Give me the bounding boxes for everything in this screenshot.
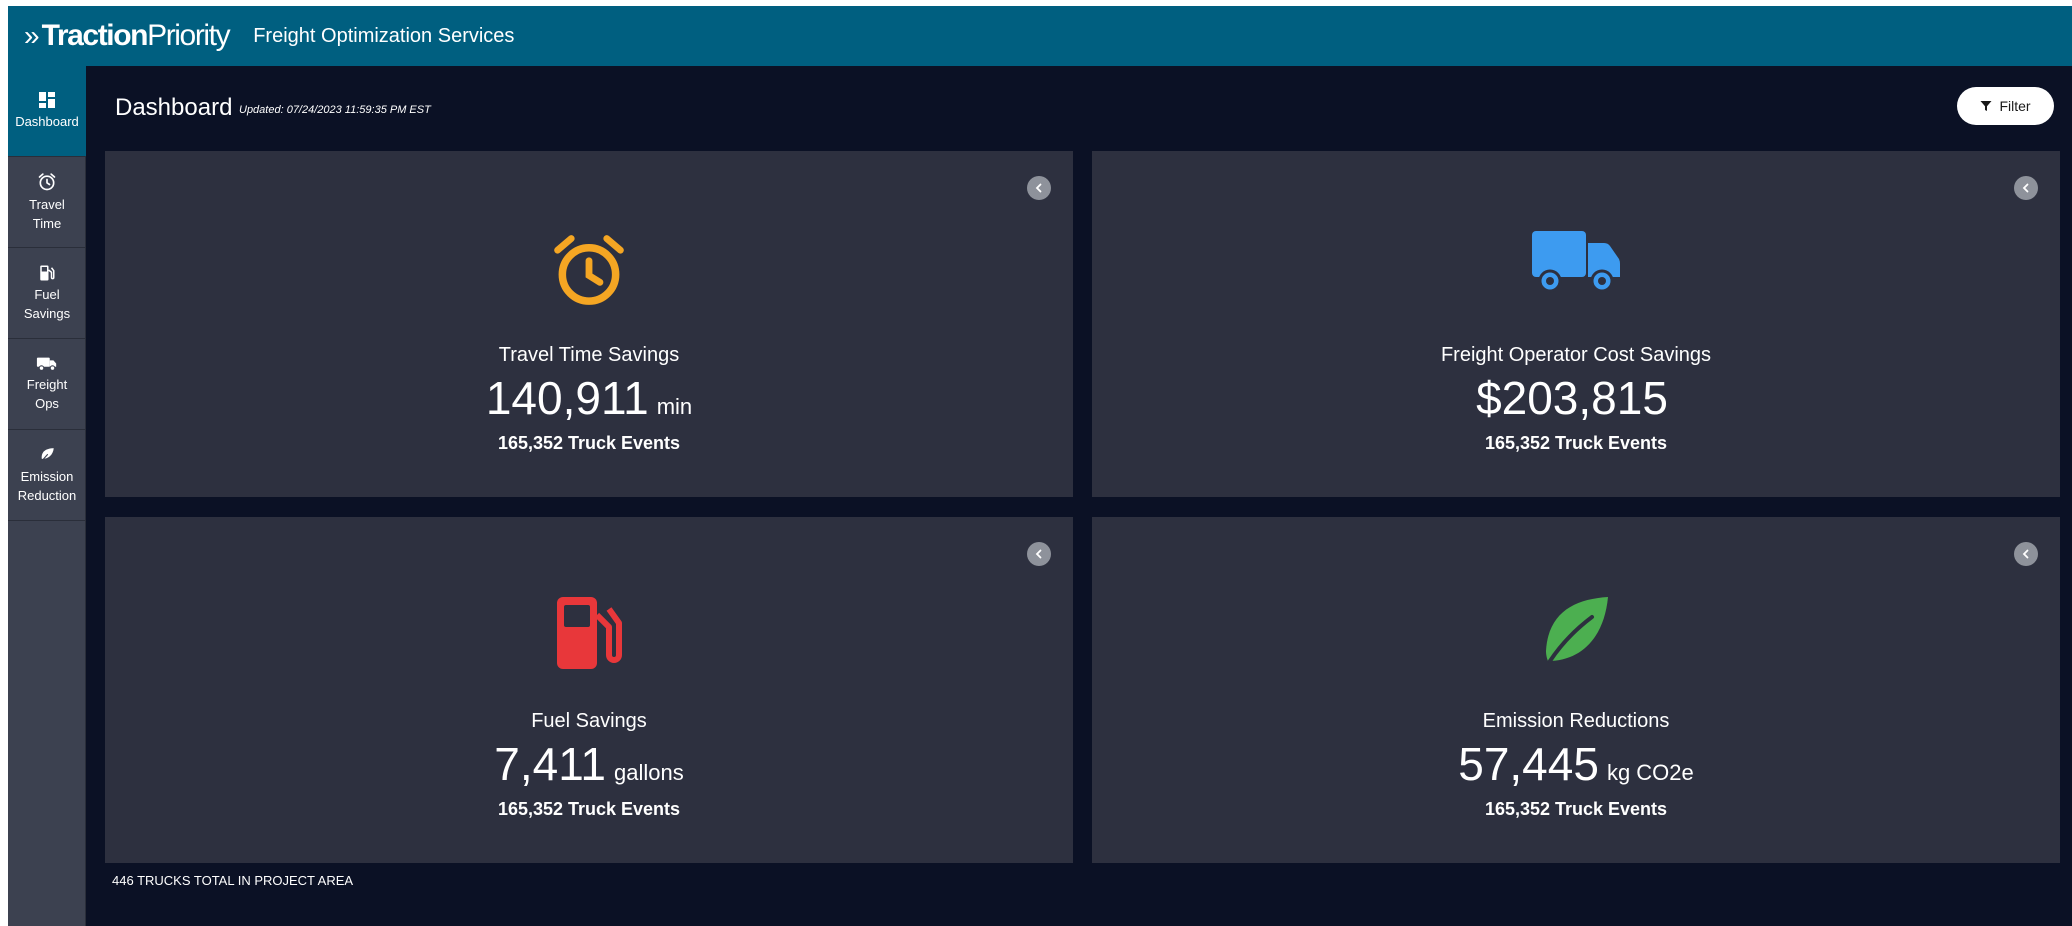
trucks-total-note: 446 TRUCKS TOTAL IN PROJECT AREA	[112, 873, 354, 888]
chevrons-icon: »	[24, 20, 39, 51]
card-value: 7,411 gallons	[105, 737, 1073, 791]
card-value: $203,815	[1092, 371, 2060, 425]
truck-events-count: 165,352 Truck Events	[497, 433, 681, 453]
metric-number: 57,445	[1458, 738, 1599, 790]
sidebar-item-label: Dashboard	[15, 114, 79, 129]
alarm-clock-icon	[554, 235, 624, 305]
sidebar-item-dashboard[interactable]: Dashboard	[8, 66, 86, 157]
leaf-icon	[41, 447, 54, 461]
truck-icon	[36, 357, 57, 371]
filter-button[interactable]: Filter	[1957, 87, 2054, 125]
top-bar: » Traction Priority Freight Optimization …	[8, 6, 2072, 66]
dashboard-icon	[39, 92, 55, 108]
card-icon-wrap	[1092, 595, 2060, 667]
metric-number: 140,911	[485, 372, 649, 424]
card-travel-time-savings: Travel Time Savings 140,911 min 165,352 T…	[105, 151, 1073, 497]
card-emission-reductions: Emission Reductions 57,445 kg CO2e 165,35…	[1092, 517, 2060, 863]
metric-unit: kg CO2e	[1606, 760, 1694, 785]
chevron-left-icon	[1035, 183, 1042, 193]
sidebar-item-travel-time[interactable]: Travel Time	[8, 157, 86, 248]
sidebar-item-emission-reduction[interactable]: Emission Reduction	[8, 430, 86, 521]
brand-logo[interactable]: » Traction Priority	[24, 19, 231, 53]
filter-icon	[1980, 101, 1992, 111]
sidebar-item-fuel-savings[interactable]: Fuel Savings	[8, 248, 86, 339]
sidebar-item-label: Emission Reduction	[17, 468, 77, 503]
card-value: 57,445 kg CO2e	[1092, 737, 2060, 791]
updated-timestamp: Updated: 07/24/2023 11:59:35 PM EST	[239, 104, 431, 116]
card-title: Fuel Savings	[531, 710, 647, 732]
sidebar-item-label: Fuel Savings	[23, 286, 71, 321]
card-icon-wrap	[105, 595, 1073, 671]
chevron-left-icon	[2022, 183, 2029, 193]
brand-name-part2: Priority	[147, 19, 231, 52]
brand-name-part1: Traction	[41, 19, 149, 52]
metric-number: $203,815	[1476, 372, 1668, 424]
alarm-clock-icon	[38, 172, 56, 190]
card-value: 140,911 min	[105, 371, 1073, 425]
sidebar-item-label: Travel Time	[29, 196, 65, 231]
collapse-button[interactable]	[2014, 542, 2038, 566]
card-icon-wrap	[105, 229, 1073, 311]
card-title: Travel Time Savings	[498, 344, 680, 366]
app-subtitle: Freight Optimization Services	[253, 24, 515, 47]
chevron-left-icon	[2022, 549, 2029, 559]
collapse-button[interactable]	[1027, 176, 1051, 200]
main-content: Dashboard Updated: 07/24/2023 11:59:35 P…	[86, 66, 2072, 926]
fuel-pump-icon	[40, 265, 55, 280]
app-window: » Traction Priority Freight Optimization …	[8, 6, 2072, 926]
sidebar: Dashboard Travel Time Fuel Savings Freig…	[8, 66, 86, 926]
card-freight-operator-cost-savings: Freight Operator Cost Savings $203,815 1…	[1092, 151, 2060, 497]
metric-number: 7,411	[494, 738, 606, 790]
page-title: Dashboard	[115, 94, 233, 121]
leaf-icon	[1546, 597, 1608, 663]
card-title: Emission Reductions	[1482, 710, 1670, 732]
sidebar-item-label: Freight Ops	[26, 376, 68, 411]
fuel-pump-icon	[557, 597, 622, 669]
card-fuel-savings: Fuel Savings 7,411 gallons 165,352 Truck …	[105, 517, 1073, 863]
collapse-button[interactable]	[1027, 542, 1051, 566]
collapse-button[interactable]	[2014, 176, 2038, 200]
sidebar-item-freight-ops[interactable]: Freight Ops	[8, 339, 86, 430]
filter-label: Filter	[1999, 98, 2031, 114]
truck-events-count: 165,352 Truck Events	[1484, 433, 1668, 453]
truck-icon	[1532, 231, 1620, 293]
metric-unit: gallons	[613, 760, 684, 785]
card-title: Freight Operator Cost Savings	[1440, 344, 1712, 366]
card-icon-wrap	[1092, 229, 2060, 295]
metric-unit: min	[656, 394, 693, 419]
truck-events-count: 165,352 Truck Events	[1484, 799, 1668, 819]
chevron-left-icon	[1035, 549, 1042, 559]
truck-events-count: 165,352 Truck Events	[497, 799, 681, 819]
